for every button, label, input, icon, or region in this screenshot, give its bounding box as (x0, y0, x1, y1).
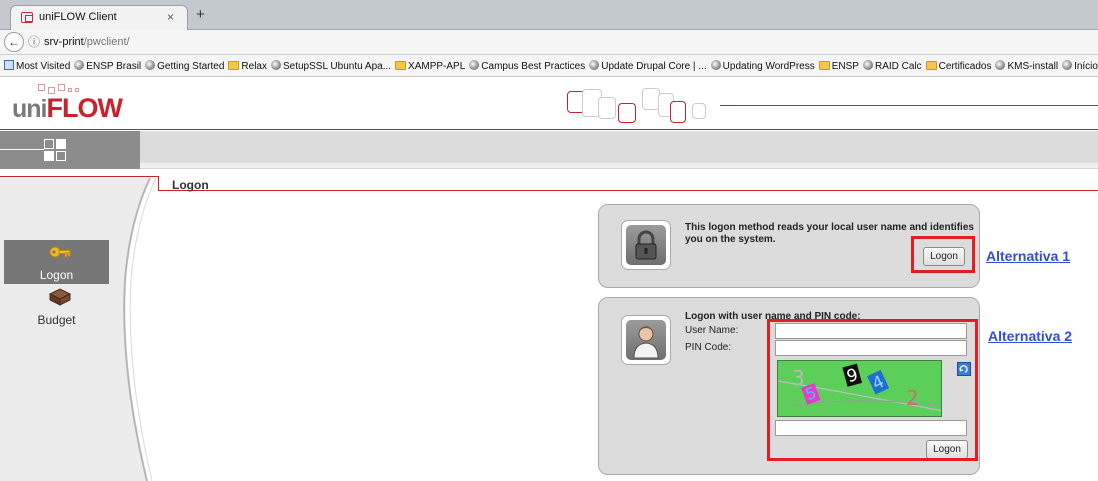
folder-icon (395, 61, 407, 70)
browser-tab[interactable]: uniFLOW Client × (10, 5, 188, 30)
user-icon-box (621, 315, 671, 365)
bookmark-label: Certificados (938, 61, 992, 72)
pin-code-label: PIN Code: (685, 342, 732, 353)
bookmark-label: Início - SP.gov. (1074, 61, 1098, 72)
bookmark-label: SetupSSL Ubuntu Apa... (282, 61, 392, 72)
globe-icon (1062, 60, 1073, 70)
globe-icon (469, 60, 480, 70)
globe-icon (270, 60, 281, 70)
bookmark-item[interactable]: Início - SP.gov. (1062, 60, 1098, 72)
bookmark-label: Campus Best Practices (481, 61, 586, 72)
tab-title: uniFLOW Client (39, 11, 117, 23)
new-tab-button[interactable]: + (196, 6, 205, 23)
bookmark-label: Updating WordPress (722, 61, 815, 72)
wallet-icon (48, 288, 72, 306)
annotation-box-2 (767, 319, 978, 461)
header-decoration (560, 85, 730, 130)
url-host: srv-print (44, 36, 84, 48)
sidebar-item-budget[interactable]: Budget (4, 285, 109, 329)
back-arrow-icon[interactable]: ← (4, 32, 24, 52)
sidebar-item-label: Budget (37, 313, 76, 327)
header-rule-right (720, 105, 1098, 106)
folder-icon (4, 60, 14, 70)
bookmark-item[interactable]: Campus Best Practices (469, 60, 585, 72)
bookmark-item[interactable]: Update Drupal Core | ... (589, 60, 707, 72)
bookmark-label: ENSP (831, 61, 859, 72)
breadcrumb-rule (158, 190, 1098, 191)
user-name-label: User Name: (685, 325, 739, 336)
folder-icon (818, 61, 830, 70)
browser-nav-bar: ← ⓘ srv-print/pwclient/ (0, 30, 1098, 55)
folder-icon (228, 61, 240, 70)
url-path: /pwclient/ (83, 36, 130, 48)
breadcrumb-tick (158, 176, 159, 191)
sidebar-item-label: Logon (39, 268, 74, 282)
user-icon (626, 320, 666, 360)
bookmark-item[interactable]: Getting Started (145, 60, 224, 72)
bookmark-item[interactable]: Relax (228, 61, 267, 72)
menu-bar (0, 131, 1098, 163)
globe-icon (995, 60, 1006, 70)
bookmark-item[interactable]: ENSP Brasil (74, 60, 141, 72)
bookmark-item[interactable]: ENSP (818, 61, 859, 72)
folder-icon (925, 61, 937, 70)
info-icon[interactable]: ⓘ (28, 33, 40, 50)
bookmark-item[interactable]: Certificados (925, 61, 992, 72)
logo-flow: FLOW (46, 93, 123, 123)
logo-uni: uni (12, 95, 47, 123)
globe-icon (862, 60, 873, 70)
bookmark-item[interactable]: Most Visited (4, 60, 70, 72)
key-icon (49, 246, 71, 258)
menu-bar-shadow (0, 163, 1098, 169)
bookmark-item[interactable]: RAID Calc (862, 60, 922, 72)
globe-icon (74, 60, 85, 70)
globe-icon (710, 60, 721, 70)
annotation-box-1 (911, 236, 975, 273)
breadcrumb: Logon (172, 178, 209, 192)
address-bar[interactable]: srv-print/pwclient/ (44, 36, 130, 48)
bookmark-item[interactable]: KMS-install (995, 60, 1058, 72)
bookmark-label: Relax (241, 61, 267, 72)
bookmark-label: Update Drupal Core | ... (601, 61, 707, 72)
sidebar-item-logon[interactable]: Logon (4, 240, 109, 284)
bookmark-label: RAID Calc (874, 61, 922, 72)
uniflow-favicon-icon (21, 12, 33, 23)
lock-icon (626, 225, 666, 265)
bookmark-item[interactable]: SetupSSL Ubuntu Apa... (270, 60, 392, 72)
browser-tab-bar: uniFLOW Client × + (0, 0, 1098, 30)
header-rule (0, 129, 1098, 130)
bookmark-label: KMS-install (1007, 61, 1059, 72)
annotation-label-1: Alternativa 1 (986, 248, 1071, 264)
globe-icon (589, 60, 600, 70)
globe-icon (145, 60, 156, 70)
annotation-label-2: Alternativa 2 (988, 328, 1073, 344)
bookmark-label: ENSP Brasil (86, 61, 142, 72)
bookmark-item[interactable]: Updating WordPress (710, 60, 815, 72)
breadcrumb-rule-left (0, 176, 158, 177)
bookmark-label: Getting Started (157, 61, 225, 72)
close-tab-icon[interactable]: × (167, 10, 174, 24)
lock-icon-box (621, 220, 671, 270)
bookmark-label: XAMPP-APL (408, 61, 466, 72)
bookmark-item[interactable]: XAMPP-APL (395, 61, 465, 72)
bookmark-label: Most Visited (16, 61, 71, 72)
bookmarks-bar: Most Visited ENSP Brasil Getting Started Re… (0, 55, 1098, 77)
